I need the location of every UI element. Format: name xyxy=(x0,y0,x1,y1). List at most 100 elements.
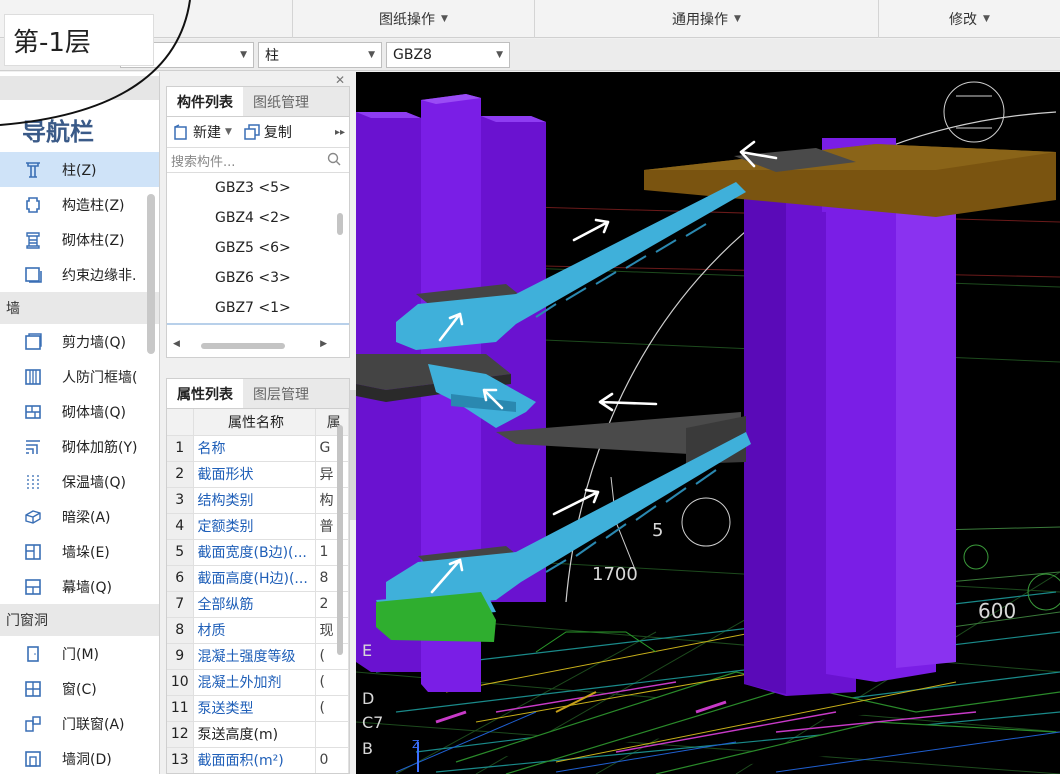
sidebar-item-curtain-wall[interactable]: 幕墙(Q) xyxy=(0,569,159,604)
list-item[interactable]: GBZ7 <1> xyxy=(167,293,349,323)
row-number: 3 xyxy=(167,487,194,514)
table-row[interactable]: 1 名称 G xyxy=(167,435,349,462)
property-value[interactable]: 2 xyxy=(315,591,349,618)
sidebar-item-door-window[interactable]: 门联窗(A) xyxy=(0,706,159,741)
tab-layer-manage[interactable]: 图层管理 xyxy=(243,379,319,408)
property-value[interactable]: 构 xyxy=(315,487,349,514)
sidebar-item-wall-pier[interactable]: 墙垛(E) xyxy=(0,534,159,569)
property-value[interactable] xyxy=(315,721,349,748)
property-table-header: 属性名称 属 xyxy=(167,409,349,436)
property-vscrollbar[interactable] xyxy=(337,425,343,655)
ribbon-group-general-ops[interactable]: 通用操作 ▼ xyxy=(534,0,878,38)
sidebar-item-masonry-column[interactable]: 砌体柱(Z) xyxy=(0,222,159,257)
hidden-beam-icon xyxy=(22,506,44,528)
table-row[interactable]: 5 截面宽度(B边)(... 1 xyxy=(167,539,349,566)
sidebar-item-masonry-rebar[interactable]: 砌体加筋(Y) xyxy=(0,429,159,464)
property-value[interactable]: 1 xyxy=(315,539,349,566)
sidebar-item-window[interactable]: 窗(C) xyxy=(0,671,159,706)
axis-gizmo-icon: Z xyxy=(412,738,420,772)
table-row[interactable]: 12 泵送高度(m) xyxy=(167,721,349,748)
property-value[interactable]: G xyxy=(315,435,349,462)
sidebar-item-wall-hole[interactable]: 墙洞(D) xyxy=(0,741,159,774)
sidebar-item-label: 窗(C) xyxy=(62,681,97,698)
list-item[interactable]: GBZ5 <6> xyxy=(167,233,349,263)
sidebar-item-label: 门联窗(A) xyxy=(62,716,125,733)
property-name: 名称 xyxy=(193,435,316,462)
property-value[interactable]: 普 xyxy=(315,513,349,540)
nav-category-door-window[interactable]: 门窗洞 xyxy=(0,604,159,636)
list-item[interactable]: GBZ4 <2> xyxy=(167,203,349,233)
property-value[interactable]: ( xyxy=(315,643,349,670)
table-row[interactable]: 7 全部纵筋 2 xyxy=(167,591,349,618)
close-icon[interactable]: ✕ xyxy=(335,73,345,87)
sidebar-item-label: 墙垛(E) xyxy=(62,544,110,561)
list-item[interactable]: GBZ8 <2> xyxy=(167,323,349,325)
table-row[interactable]: 10 混凝土外加剂( xyxy=(167,669,349,696)
property-name: 截面形状 xyxy=(193,461,316,488)
nav-scrollbar[interactable] xyxy=(147,194,155,354)
property-value[interactable]: 现 xyxy=(315,617,349,644)
insulation-wall-icon xyxy=(22,471,44,493)
sidebar-item-shear-wall[interactable]: 剪力墙(Q) xyxy=(0,324,159,359)
property-value[interactable]: ( xyxy=(315,695,349,722)
property-value[interactable]: 0 xyxy=(315,747,349,773)
table-row[interactable]: 13 截面面积(m²) 0 xyxy=(167,747,349,773)
scroll-right-icon[interactable]: ▶ xyxy=(320,339,327,349)
table-row[interactable]: 8 材质现 xyxy=(167,617,349,644)
property-value[interactable]: ( xyxy=(315,669,349,696)
table-row[interactable]: 2 截面形状异 xyxy=(167,461,349,488)
sidebar-item-masonry-wall[interactable]: 砌体墙(Q) xyxy=(0,394,159,429)
tab-drawing-manage[interactable]: 图纸管理 xyxy=(243,87,319,116)
3d-viewport[interactable]: 1700 600 5 E D C7 B Z xyxy=(356,72,1060,774)
scroll-left-icon[interactable]: ◀ xyxy=(173,339,180,349)
list-item[interactable]: GBZ6 <3> xyxy=(167,263,349,293)
property-name: 定额类别 xyxy=(193,513,316,540)
ribbon-group-drawing-ops[interactable]: 图纸操作 ▼ xyxy=(292,0,534,38)
sidebar-item-label: 构造柱(Z) xyxy=(62,197,125,214)
property-name: 泵送类型 xyxy=(193,695,316,722)
row-number: 2 xyxy=(167,461,194,488)
search-icon xyxy=(327,152,341,166)
component-list-vscrollbar[interactable] xyxy=(337,213,343,235)
tab-property-list[interactable]: 属性列表 xyxy=(167,379,243,408)
component-type-select[interactable]: 柱 ▼ xyxy=(258,42,382,68)
sidebar-item-civil-defense-wall[interactable]: 人防门框墙( xyxy=(0,359,159,394)
property-value[interactable]: 异 xyxy=(315,461,349,488)
component-list-hscrollbar[interactable]: ◀ ▶ xyxy=(167,339,349,353)
sidebar-item-door[interactable]: 门(M) xyxy=(0,636,159,671)
hscroll-thumb[interactable] xyxy=(201,343,285,349)
sidebar-item-label: 剪力墙(Q) xyxy=(62,334,126,351)
sidebar-item-construct-column[interactable]: 构造柱(Z) xyxy=(0,187,159,222)
property-value[interactable]: 8 xyxy=(315,565,349,592)
sidebar-item-hidden-beam[interactable]: 暗梁(A) xyxy=(0,499,159,534)
more-icon[interactable]: ▸▸ xyxy=(335,127,345,138)
table-row[interactable]: 9 混凝土强度等级( xyxy=(167,643,349,670)
table-row[interactable]: 11 泵送类型( xyxy=(167,695,349,722)
sidebar-item-edge-constraint[interactable]: 约束边缘非. xyxy=(0,257,159,292)
component-name-select[interactable]: GBZ8 ▼ xyxy=(386,42,510,68)
property-name: 截面宽度(B边)(... xyxy=(193,539,316,566)
row-number: 8 xyxy=(167,617,194,644)
header-name: 属性名称 xyxy=(193,409,316,436)
table-row[interactable]: 6 截面高度(H边)(... 8 xyxy=(167,565,349,592)
window-icon xyxy=(22,678,44,700)
sidebar-item-label: 柱(Z) xyxy=(62,162,97,179)
shear-wall-icon xyxy=(22,331,44,353)
axis-label-c7: C7 xyxy=(362,713,383,732)
sidebar-item-label: 约束边缘非. xyxy=(62,267,137,284)
table-row[interactable]: 3 结构类别构 xyxy=(167,487,349,514)
list-item[interactable]: GBZ3 <5> xyxy=(167,173,349,203)
row-number: 12 xyxy=(167,721,194,748)
curtain-wall-icon xyxy=(22,576,44,598)
chevron-down-icon: ▼ xyxy=(368,50,375,60)
3d-scene[interactable]: 1700 600 5 E D C7 B Z xyxy=(356,72,1060,774)
sidebar-item-label: 暗梁(A) xyxy=(62,509,111,526)
copy-button[interactable]: 复制 xyxy=(244,122,292,142)
property-rows: 1 名称 G 2 截面形状异 3 结构类别构 4 定额类别普 5 截面宽度(B边)(... 1 6 截面高… xyxy=(167,435,349,773)
row-number: 5 xyxy=(167,539,194,566)
ribbon-group-modify[interactable]: 修改 ▼ xyxy=(878,0,1060,38)
table-row[interactable]: 4 定额类别普 xyxy=(167,513,349,540)
nav-category-wall[interactable]: 墙 xyxy=(0,292,159,324)
nav-list: 柱(Z) 构造柱(Z) 砌体柱(Z) 约束边缘非. 墙剪力墙(Q) 人防门框墙(砌体墙(Q… xyxy=(0,152,159,774)
sidebar-item-insulation-wall[interactable]: 保温墙(Q) xyxy=(0,464,159,499)
